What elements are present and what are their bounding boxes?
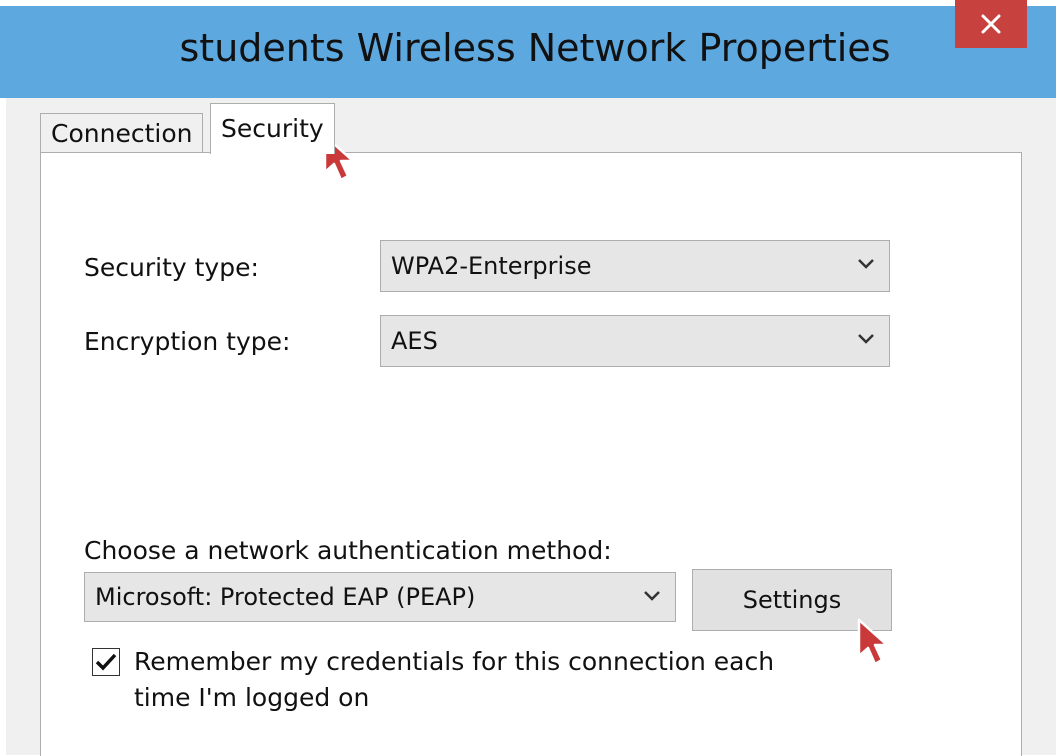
close-button[interactable]	[955, 0, 1027, 48]
window-title: students Wireless Network Properties	[179, 26, 891, 70]
security-type-select[interactable]: WPA2-Enterprise	[380, 240, 890, 292]
security-type-value: WPA2-Enterprise	[391, 252, 592, 280]
auth-method-select[interactable]: Microsoft: Protected EAP (PEAP)	[84, 572, 676, 622]
chevron-down-icon	[644, 591, 660, 601]
security-type-label: Security type:	[84, 253, 259, 282]
remember-credentials-label: Remember my credentials for this connect…	[134, 647, 775, 712]
encryption-type-label: Encryption type:	[84, 327, 291, 356]
title-bar-top-strip	[0, 0, 1056, 6]
chevron-down-icon	[858, 259, 874, 269]
remember-credentials-checkbox[interactable]	[92, 648, 120, 676]
tab-security[interactable]: Security	[210, 103, 335, 154]
checkmark-icon	[95, 653, 117, 671]
auth-method-value: Microsoft: Protected EAP (PEAP)	[95, 583, 476, 611]
chevron-down-icon	[858, 334, 874, 344]
mouse-pointer-icon	[857, 618, 889, 666]
tab-connection[interactable]: Connection	[40, 113, 204, 155]
encryption-type-select[interactable]: AES	[380, 315, 890, 367]
encryption-type-value: AES	[391, 327, 438, 355]
auth-method-label: Choose a network authentication method:	[84, 536, 612, 565]
close-icon	[981, 14, 1001, 34]
title-bar: students Wireless Network Properties	[0, 0, 1056, 98]
